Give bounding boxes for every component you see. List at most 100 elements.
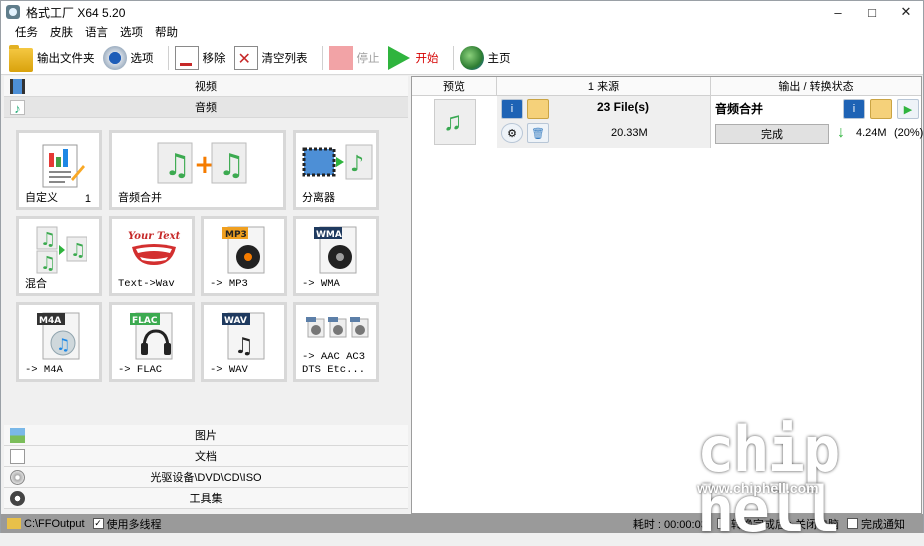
tile-custom[interactable]: 自定义 1 bbox=[16, 130, 102, 210]
remove-icon bbox=[174, 45, 199, 70]
tile-wma-label: -> WMA bbox=[302, 278, 340, 290]
window-title: 格式工厂 X64 5.20 bbox=[26, 5, 126, 20]
multithread-label: 使用多线程 bbox=[106, 518, 162, 531]
flac-icon: FLAC bbox=[130, 312, 173, 360]
settings-gear-icon[interactable]: ⚙ bbox=[501, 123, 523, 143]
category-panel: 视频 ♪ 音频 自定义 1 ♫ + ♫ 音频合并 ♪ 分离器 ♫ ♫ ♫ 混合 … bbox=[4, 76, 408, 514]
tools-icon bbox=[10, 491, 25, 506]
wma-badge-text: WMA bbox=[316, 230, 342, 240]
home-label: 主页 bbox=[487, 52, 511, 65]
tile-mix[interactable]: ♫ ♫ ♫ 混合 bbox=[16, 216, 102, 296]
tile-other-formats-label: -> AAC AC3 DTS Etc... bbox=[302, 351, 366, 376]
stop-button[interactable]: 停止 bbox=[328, 43, 380, 73]
options-button[interactable]: 选项 bbox=[102, 43, 154, 73]
text-to-wav-icon: Your Text bbox=[128, 231, 181, 265]
open-output-folder-icon[interactable] bbox=[870, 99, 892, 119]
tile-m4a[interactable]: M4A ♫ -> M4A bbox=[16, 302, 102, 382]
status-bar: C:\FFOutput ✓ 使用多线程 耗时 : 00:00:03 转换完成后 … bbox=[1, 514, 923, 533]
source-size: 20.33M bbox=[611, 127, 648, 139]
toolbar-divider bbox=[452, 45, 454, 70]
text-to-wav-art-text: Your Text bbox=[128, 231, 181, 242]
tile-mp3[interactable]: MP3 -> MP3 bbox=[201, 216, 287, 296]
status-done-button[interactable]: 完成 bbox=[715, 124, 829, 144]
options-icon bbox=[102, 45, 127, 70]
remove-button[interactable]: 移除 bbox=[174, 43, 226, 73]
tile-text-to-wav[interactable]: Your Text Text->Wav bbox=[109, 216, 195, 296]
tile-audio-merge-label: 音频合并 bbox=[118, 192, 162, 204]
mp3-badge-text: MP3 bbox=[225, 230, 247, 240]
document-icon bbox=[10, 449, 25, 464]
output-info-icon[interactable]: i bbox=[843, 99, 865, 119]
info-icon[interactable]: i bbox=[501, 99, 523, 119]
column-output[interactable]: 输出 / 转换状态 bbox=[711, 77, 921, 96]
stop-icon bbox=[328, 45, 353, 70]
category-video[interactable]: 视频 bbox=[4, 76, 408, 97]
toolbar-divider bbox=[321, 45, 323, 70]
multithread-checkbox[interactable]: ✓ bbox=[92, 518, 104, 529]
music-note-icon: ♪ bbox=[10, 100, 25, 116]
trash-icon[interactable]: 🗑 bbox=[527, 123, 549, 143]
notify-checkbox[interactable] bbox=[847, 518, 858, 529]
tile-flac[interactable]: FLAC -> FLAC bbox=[109, 302, 195, 382]
m4a-icon: M4A ♫ bbox=[37, 312, 80, 360]
menu-task[interactable]: 任务 bbox=[9, 24, 44, 40]
splitter-icon: ♪ bbox=[302, 144, 373, 180]
menu-language[interactable]: 语言 bbox=[79, 24, 114, 40]
app-icon bbox=[6, 5, 20, 19]
clear-list-button[interactable]: 清空列表 bbox=[233, 43, 308, 73]
output-folder-button[interactable]: 输出文件夹 bbox=[9, 43, 95, 73]
clear-list-icon bbox=[233, 45, 258, 70]
tile-other-formats[interactable]: -> AAC AC3 DTS Etc... bbox=[293, 302, 379, 382]
folder-icon bbox=[7, 518, 21, 529]
task-list: 预览 1 来源 输出 / 转换状态 i ⚙ 🗑 23 File(s) 20.33… bbox=[411, 76, 924, 514]
flac-badge-text: FLAC bbox=[132, 316, 158, 326]
svg-text:♫: ♫ bbox=[218, 148, 245, 183]
tile-custom-badge: 1 bbox=[84, 193, 91, 205]
tile-mix-label: 混合 bbox=[25, 278, 47, 290]
open-source-folder-icon[interactable] bbox=[527, 99, 549, 119]
output-path[interactable]: C:\FFOutput bbox=[24, 518, 85, 530]
after-convert-checkbox[interactable] bbox=[716, 518, 728, 529]
clear-list-label: 清空列表 bbox=[261, 52, 308, 65]
toolbar-divider bbox=[167, 45, 169, 70]
play-output-icon[interactable]: ▶ bbox=[897, 99, 919, 119]
globe-icon bbox=[459, 45, 484, 70]
source-file-count: 23 File(s) bbox=[597, 100, 650, 114]
tile-wma[interactable]: WMA -> WMA bbox=[293, 216, 379, 296]
category-audio[interactable]: ♪ 音频 bbox=[4, 97, 408, 118]
category-document[interactable]: 文档 bbox=[4, 446, 408, 467]
category-picture[interactable]: 图片 bbox=[4, 425, 408, 446]
menu-options[interactable]: 选项 bbox=[114, 24, 149, 40]
notify-label: 完成通知 bbox=[861, 518, 905, 531]
start-button[interactable]: 开始 bbox=[387, 43, 439, 73]
wav-icon: WAV ♫ bbox=[222, 312, 265, 360]
output-size: 4.24M bbox=[856, 127, 887, 139]
start-label: 开始 bbox=[415, 52, 439, 65]
column-source[interactable]: 1 来源 bbox=[497, 77, 711, 96]
svg-text:♫: ♫ bbox=[234, 334, 254, 359]
tile-audio-merge[interactable]: ♫ + ♫ 音频合并 bbox=[109, 130, 286, 210]
menu-help[interactable]: 帮助 bbox=[149, 24, 184, 40]
category-tools[interactable]: 工具集 bbox=[4, 488, 408, 509]
menu-skin[interactable]: 皮肤 bbox=[44, 24, 79, 40]
wav-badge-text: WAV bbox=[224, 316, 247, 326]
disc-icon bbox=[10, 470, 25, 485]
maximize-button[interactable]: □ bbox=[855, 1, 889, 23]
m4a-badge-text: M4A bbox=[39, 316, 61, 326]
folder-icon bbox=[9, 44, 33, 72]
audio-tools-grid: 自定义 1 ♫ + ♫ 音频合并 ♪ 分离器 ♫ ♫ ♫ 混合 Your Tex… bbox=[4, 120, 408, 426]
task-row[interactable]: i ⚙ 🗑 23 File(s) 20.33M 音频合并 i ▶ 完成 ↓ 4.… bbox=[412, 96, 924, 148]
close-button[interactable]: ✕ bbox=[889, 1, 923, 23]
category-picture-label: 图片 bbox=[195, 430, 217, 442]
title-bar: 格式工厂 X64 5.20 – □ ✕ bbox=[1, 1, 923, 23]
column-preview[interactable]: 预览 bbox=[412, 77, 497, 96]
elapsed-time: 耗时 : 00:00:03 bbox=[632, 518, 707, 531]
app-window: 格式工厂 X64 5.20 – □ ✕ 任务 皮肤 语言 选项 帮助 输出文件夹… bbox=[0, 0, 924, 541]
category-optical[interactable]: 光驱设备\DVD\CD\ISO bbox=[4, 467, 408, 488]
category-video-label: 视频 bbox=[195, 81, 217, 93]
tile-wav[interactable]: WAV ♫ -> WAV bbox=[201, 302, 287, 382]
tile-splitter[interactable]: ♪ 分离器 bbox=[293, 130, 379, 210]
minimize-button[interactable]: – bbox=[821, 1, 855, 23]
output-ratio: (20%) bbox=[894, 127, 924, 139]
home-button[interactable]: 主页 bbox=[459, 43, 511, 73]
